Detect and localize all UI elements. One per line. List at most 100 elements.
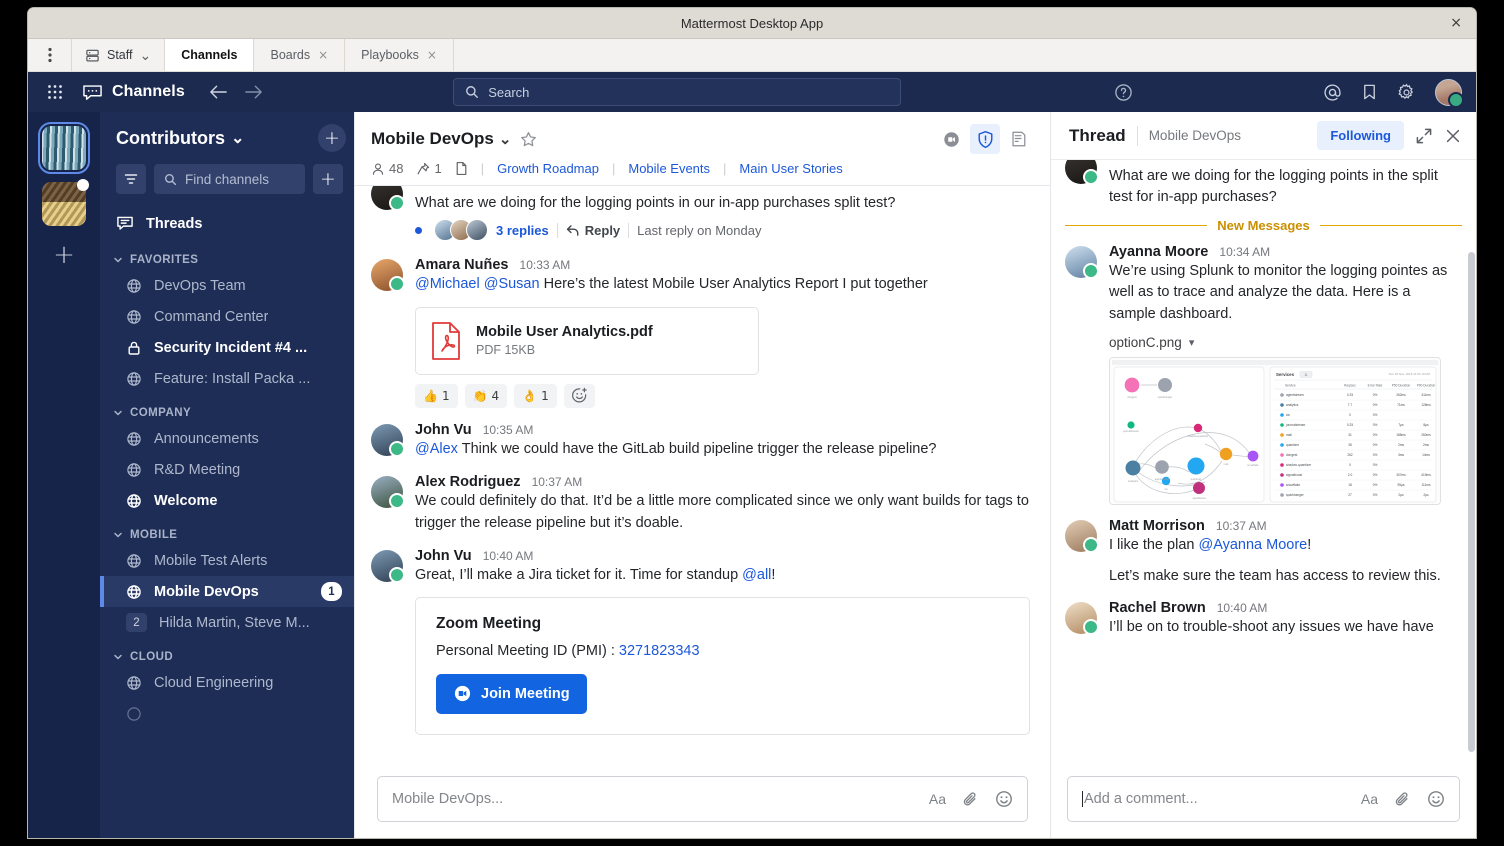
- channel-name-menu[interactable]: Mobile DevOps ⌄: [371, 129, 511, 149]
- reaction-thumbsup[interactable]: 👍 1: [415, 384, 458, 408]
- post-author[interactable]: Alex Rodriguez 10:37 AM: [415, 474, 1030, 490]
- thread-scrollbar[interactable]: [1468, 252, 1475, 752]
- sidebar-item-announcements[interactable]: Announcements: [100, 423, 354, 454]
- add-team-button[interactable]: +: [53, 242, 75, 268]
- browse-channels-button[interactable]: +: [313, 164, 343, 194]
- avatar[interactable]: [1065, 160, 1097, 184]
- paperclip-icon[interactable]: [962, 791, 979, 808]
- pinned-count[interactable]: 1: [416, 161, 441, 176]
- avatar[interactable]: [1065, 246, 1097, 278]
- sidebar-item-cloud-engineering[interactable]: Cloud Engineering: [100, 667, 354, 698]
- post-list[interactable]: What are we doing for the logging points…: [355, 186, 1050, 768]
- close-icon[interactable]: [1444, 127, 1462, 145]
- mention[interactable]: @Alex: [415, 441, 458, 457]
- paperclip-icon[interactable]: [1394, 791, 1411, 808]
- tab-playbooks[interactable]: Playbooks ×: [345, 39, 454, 71]
- team-switcher[interactable]: Staff ⌄: [72, 39, 165, 71]
- avatar[interactable]: [371, 424, 403, 456]
- expand-icon[interactable]: [1415, 127, 1433, 145]
- formatting-button[interactable]: Aa: [1361, 791, 1378, 807]
- kebab-menu-icon[interactable]: [28, 39, 72, 71]
- help-circle-icon[interactable]: [1114, 83, 1133, 102]
- file-attachment-card[interactable]: Mobile User Analytics.pdf PDF 15KB: [415, 307, 759, 375]
- avatar[interactable]: [1065, 520, 1097, 552]
- thread-reply-bar[interactable]: 3 replies Reply Last reply on Monday: [415, 219, 1030, 241]
- header-link-growth-roadmap[interactable]: Growth Roadmap: [497, 161, 599, 176]
- bookmark-icon[interactable]: [1361, 83, 1378, 101]
- find-channels-input[interactable]: Find channels: [154, 164, 305, 194]
- gear-icon[interactable]: [1397, 83, 1416, 102]
- avatar[interactable]: [1065, 602, 1097, 634]
- sidebar-item-command-center[interactable]: Command Center: [100, 301, 354, 332]
- post-author[interactable]: Ayanna Moore 10:34 AM: [1109, 244, 1460, 260]
- arrow-left-icon[interactable]: [209, 84, 228, 100]
- avatar[interactable]: [371, 259, 403, 291]
- post-author[interactable]: Michael Whitfield 10:30 AM: [1109, 160, 1460, 162]
- add-reaction-icon[interactable]: [564, 384, 595, 408]
- sidebar-item-partial[interactable]: [100, 698, 354, 729]
- emoji-icon[interactable]: [995, 790, 1013, 808]
- comment-input-placeholder[interactable]: Add a comment...: [1082, 791, 1345, 807]
- post-author[interactable]: John Vu 10:35 AM: [415, 422, 1030, 438]
- close-icon[interactable]: ×: [427, 49, 437, 61]
- post-author[interactable]: Amara Nuñes 10:33 AM: [415, 257, 1030, 273]
- pinned-posts-icon[interactable]: [1004, 124, 1034, 154]
- formatting-button[interactable]: Aa: [929, 791, 946, 807]
- sidebar-item-welcome[interactable]: Welcome: [100, 485, 354, 516]
- avatar[interactable]: [1435, 79, 1462, 106]
- tab-boards[interactable]: Boards ×: [254, 39, 345, 71]
- category-favorites[interactable]: FAVORITES: [100, 241, 354, 270]
- mention[interactable]: @Susan: [484, 276, 540, 292]
- following-button[interactable]: Following: [1317, 121, 1404, 150]
- avatar[interactable]: [371, 476, 403, 508]
- tab-channels[interactable]: Channels: [165, 39, 254, 71]
- sidebar-item-devops-team[interactable]: DevOps Team: [100, 270, 354, 301]
- post-author[interactable]: Rachel Brown 10:40 AM: [1109, 600, 1460, 616]
- file-icon[interactable]: [455, 161, 468, 176]
- reaction-clap[interactable]: 👏 4: [465, 384, 508, 408]
- message-input-placeholder[interactable]: Mobile DevOps...: [392, 791, 913, 807]
- avatar[interactable]: [371, 550, 403, 582]
- team-name-menu[interactable]: Contributors ⌄: [116, 128, 244, 149]
- emoji-icon[interactable]: [1427, 790, 1445, 808]
- search-input[interactable]: Search: [453, 78, 901, 106]
- image-attachment[interactable]: dongestsparkhanger journalstreamanalytic…: [1109, 357, 1441, 505]
- thread-composer[interactable]: Add a comment... Aa: [1067, 776, 1460, 822]
- join-meeting-button[interactable]: Join Meeting: [436, 674, 587, 714]
- attachment-filename-row[interactable]: optionC.png ▾: [1109, 335, 1460, 350]
- reply-count[interactable]: 3 replies: [496, 223, 549, 238]
- star-icon[interactable]: [520, 131, 537, 148]
- thread-post-list[interactable]: Michael Whitfield 10:30 AM What are we d…: [1051, 160, 1476, 768]
- team-icon-staff[interactable]: [42, 182, 86, 226]
- window-close-button[interactable]: ×: [1450, 16, 1462, 30]
- header-link-mobile-events[interactable]: Mobile Events: [628, 161, 710, 176]
- category-company[interactable]: COMPANY: [100, 394, 354, 423]
- mention[interactable]: @Michael: [415, 276, 480, 292]
- member-count[interactable]: 48: [371, 161, 403, 176]
- arrow-right-icon[interactable]: [244, 84, 263, 100]
- add-channel-dropdown-button[interactable]: +: [318, 124, 346, 152]
- sidebar-item-mobile-devops[interactable]: Mobile DevOps 1: [100, 576, 354, 607]
- category-cloud[interactable]: CLOUD: [100, 638, 354, 667]
- video-call-icon[interactable]: [936, 124, 966, 154]
- sidebar-item-feature-install-package[interactable]: Feature: Install Packa ...: [100, 363, 354, 394]
- post-author[interactable]: John Vu 10:40 AM: [415, 548, 1030, 564]
- category-mobile[interactable]: MOBILE: [100, 516, 354, 545]
- sidebar-item-threads[interactable]: Threads: [100, 206, 354, 241]
- reply-button[interactable]: Reply: [566, 223, 620, 238]
- app-grid-icon[interactable]: [42, 84, 68, 100]
- team-icon-contributors[interactable]: [42, 126, 86, 170]
- channel-info-icon[interactable]: [970, 124, 1000, 154]
- product-menu[interactable]: Channels: [82, 83, 185, 102]
- chevron-down-icon[interactable]: ▾: [1189, 336, 1195, 349]
- avatar[interactable]: [371, 186, 403, 210]
- channel-composer[interactable]: Mobile DevOps... Aa: [377, 776, 1028, 822]
- mention[interactable]: @Ayanna Moore: [1198, 537, 1307, 553]
- close-icon[interactable]: ×: [318, 49, 328, 61]
- reaction-ok-hand[interactable]: 👌 1: [514, 384, 557, 408]
- sidebar-item-security-incident[interactable]: Security Incident #4 ...: [100, 332, 354, 363]
- mention[interactable]: @all: [742, 567, 771, 583]
- header-link-main-user-stories[interactable]: Main User Stories: [739, 161, 842, 176]
- post-author[interactable]: Matt Morrison 10:37 AM: [1109, 518, 1460, 534]
- sidebar-item-mobile-test-alerts[interactable]: Mobile Test Alerts: [100, 545, 354, 576]
